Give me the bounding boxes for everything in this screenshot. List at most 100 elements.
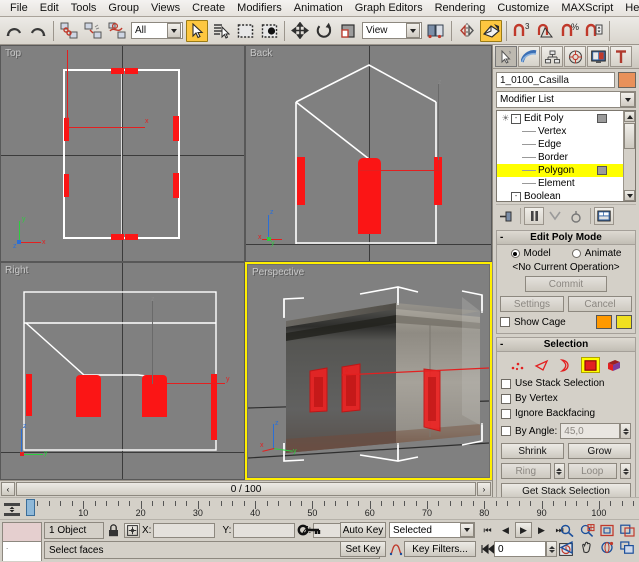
scroll-up-button[interactable] [624, 111, 635, 122]
chevron-down-icon[interactable] [167, 23, 181, 38]
current-frame-field[interactable]: 0 [494, 541, 546, 557]
next-frame-button[interactable]: ▶ [533, 522, 550, 538]
current-frame-spinner[interactable] [546, 541, 557, 557]
by-angle-checkbox[interactable] [501, 426, 511, 436]
absolute-relative-transform-icon[interactable] [124, 523, 140, 538]
scrollbar-thumb[interactable] [624, 123, 635, 149]
commit-button[interactable]: Commit [525, 276, 607, 292]
menu-item-modifiers[interactable]: Modifiers [231, 1, 288, 15]
modifier-stack[interactable]: ☀-Edit PolyVertexEdgeBorderPolygonElemen… [496, 110, 636, 202]
command-tab-modify[interactable] [518, 46, 540, 67]
percent-snap-toggle-icon[interactable]: % [559, 20, 581, 42]
key-filter-combo[interactable]: Selected [389, 522, 475, 538]
stack-item-boolean[interactable]: -Boolean [497, 190, 623, 202]
unlink-selection-icon[interactable] [82, 20, 104, 42]
rectangular-selection-region-icon[interactable] [234, 20, 256, 42]
goto-start-button[interactable]: ⏮ [479, 522, 496, 538]
next-frame-arrow[interactable]: › [477, 482, 491, 496]
modifier-list-combo[interactable]: Modifier List [496, 91, 636, 108]
zoom-icon[interactable] [557, 522, 577, 539]
radio-animate[interactable]: Animate [572, 248, 622, 259]
menu-item-rendering[interactable]: Rendering [429, 1, 492, 15]
grow-button[interactable]: Grow [568, 443, 631, 459]
use-stack-selection-checkbox[interactable] [501, 379, 511, 389]
select-and-scale-icon[interactable] [337, 20, 359, 42]
rollout-header-edit-poly-mode[interactable]: - Edit Poly Mode [497, 231, 635, 245]
vertex-subobject-icon[interactable] [509, 357, 528, 373]
by-angle-field[interactable]: 45,0 [560, 423, 620, 439]
cancel-button[interactable]: Cancel [568, 296, 632, 312]
select-and-rotate-icon[interactable] [313, 20, 335, 42]
stack-item-edge[interactable]: Edge [497, 138, 623, 151]
loop-spinner[interactable] [620, 463, 631, 479]
by-vertex-checkbox[interactable] [501, 394, 511, 404]
command-tab-create[interactable] [495, 46, 517, 67]
zoom-region-icon[interactable] [617, 522, 637, 539]
chevron-down-icon[interactable] [460, 523, 474, 537]
stack-item-vertex[interactable]: Vertex [497, 125, 623, 138]
menu-item-help[interactable]: Help [619, 1, 639, 15]
by-angle-spinner[interactable] [620, 423, 631, 439]
chevron-down-icon[interactable] [620, 92, 635, 107]
timeline-ruler[interactable]: 0102030405060708090100 [26, 499, 639, 519]
menu-item-tools[interactable]: Tools [65, 1, 103, 15]
element-subobject-icon[interactable] [605, 357, 624, 373]
play-animation-button[interactable]: ▶ [515, 522, 532, 538]
select-object-icon[interactable] [186, 20, 208, 42]
make-unique-icon[interactable] [545, 207, 565, 225]
ignore-backfacing-checkbox[interactable] [501, 409, 511, 419]
scroll-down-button[interactable] [624, 190, 635, 201]
snap-toggle-3d-icon[interactable]: 3 [511, 20, 533, 42]
snaps-toggle-icon[interactable] [480, 20, 502, 42]
field-of-view-icon[interactable] [557, 539, 577, 556]
arc-rotate-icon[interactable] [597, 539, 617, 556]
settings-button[interactable]: Settings [500, 296, 564, 312]
x-field[interactable] [153, 523, 215, 538]
menu-item-group[interactable]: Group [102, 1, 145, 15]
window-crossing-icon[interactable] [258, 20, 280, 42]
show-end-result-icon[interactable] [524, 207, 544, 225]
menu-item-file[interactable]: File [4, 1, 34, 15]
menu-item-views[interactable]: Views [145, 1, 186, 15]
menu-item-graph-editors[interactable]: Graph Editors [349, 1, 429, 15]
stack-item-edit-poly[interactable]: ☀-Edit Poly [497, 112, 623, 125]
shrink-button[interactable]: Shrink [501, 443, 564, 459]
previous-frame-arrow[interactable]: ‹ [1, 482, 15, 496]
set-key-button[interactable]: Set Key [340, 541, 386, 557]
menu-item-animation[interactable]: Animation [288, 1, 349, 15]
stack-item-box[interactable] [597, 166, 607, 175]
spinner-snap-toggle-icon[interactable] [583, 20, 605, 42]
rollout-collapse-icon[interactable]: - [500, 339, 503, 350]
remove-modifier-icon[interactable] [566, 207, 586, 225]
select-and-link-icon[interactable] [58, 20, 80, 42]
radio-model[interactable]: Model [511, 248, 551, 259]
loop-button[interactable]: Loop [568, 463, 618, 479]
stack-item-box[interactable] [597, 114, 607, 123]
select-and-move-icon[interactable] [289, 20, 311, 42]
object-name-field[interactable]: 1_0100_Casilla [496, 72, 615, 88]
ring-spinner[interactable] [554, 463, 565, 479]
zoom-extents-icon[interactable] [597, 522, 617, 539]
redo-icon[interactable] [27, 20, 49, 42]
command-tab-motion[interactable] [564, 46, 586, 67]
key-toggle-icon[interactable] [296, 522, 322, 538]
angle-snap-toggle-icon[interactable] [535, 20, 557, 42]
select-by-name-icon[interactable] [210, 20, 232, 42]
menu-item-create[interactable]: Create [186, 1, 231, 15]
pin-stack-icon[interactable] [496, 207, 516, 225]
mini-listener-white[interactable]: . [3, 542, 41, 561]
viewport-perspective[interactable]: x z y x Perspective [248, 265, 489, 477]
stack-item-element[interactable]: Element [497, 177, 623, 190]
pan-icon[interactable] [577, 539, 597, 556]
modifier-stack-scrollbar[interactable] [623, 111, 635, 201]
mini-listener-pink[interactable] [3, 523, 41, 542]
bind-to-space-warp-icon[interactable] [106, 20, 128, 42]
show-cage-checkbox[interactable] [500, 317, 510, 327]
object-color-swatch[interactable] [618, 72, 636, 88]
edge-subobject-icon[interactable] [533, 357, 552, 373]
menu-item-edit[interactable]: Edit [34, 1, 65, 15]
zoom-all-icon[interactable] [577, 522, 597, 539]
menu-item-customize[interactable]: Customize [491, 1, 555, 15]
y-field[interactable] [233, 523, 295, 538]
polygon-subobject-icon[interactable] [581, 357, 600, 373]
